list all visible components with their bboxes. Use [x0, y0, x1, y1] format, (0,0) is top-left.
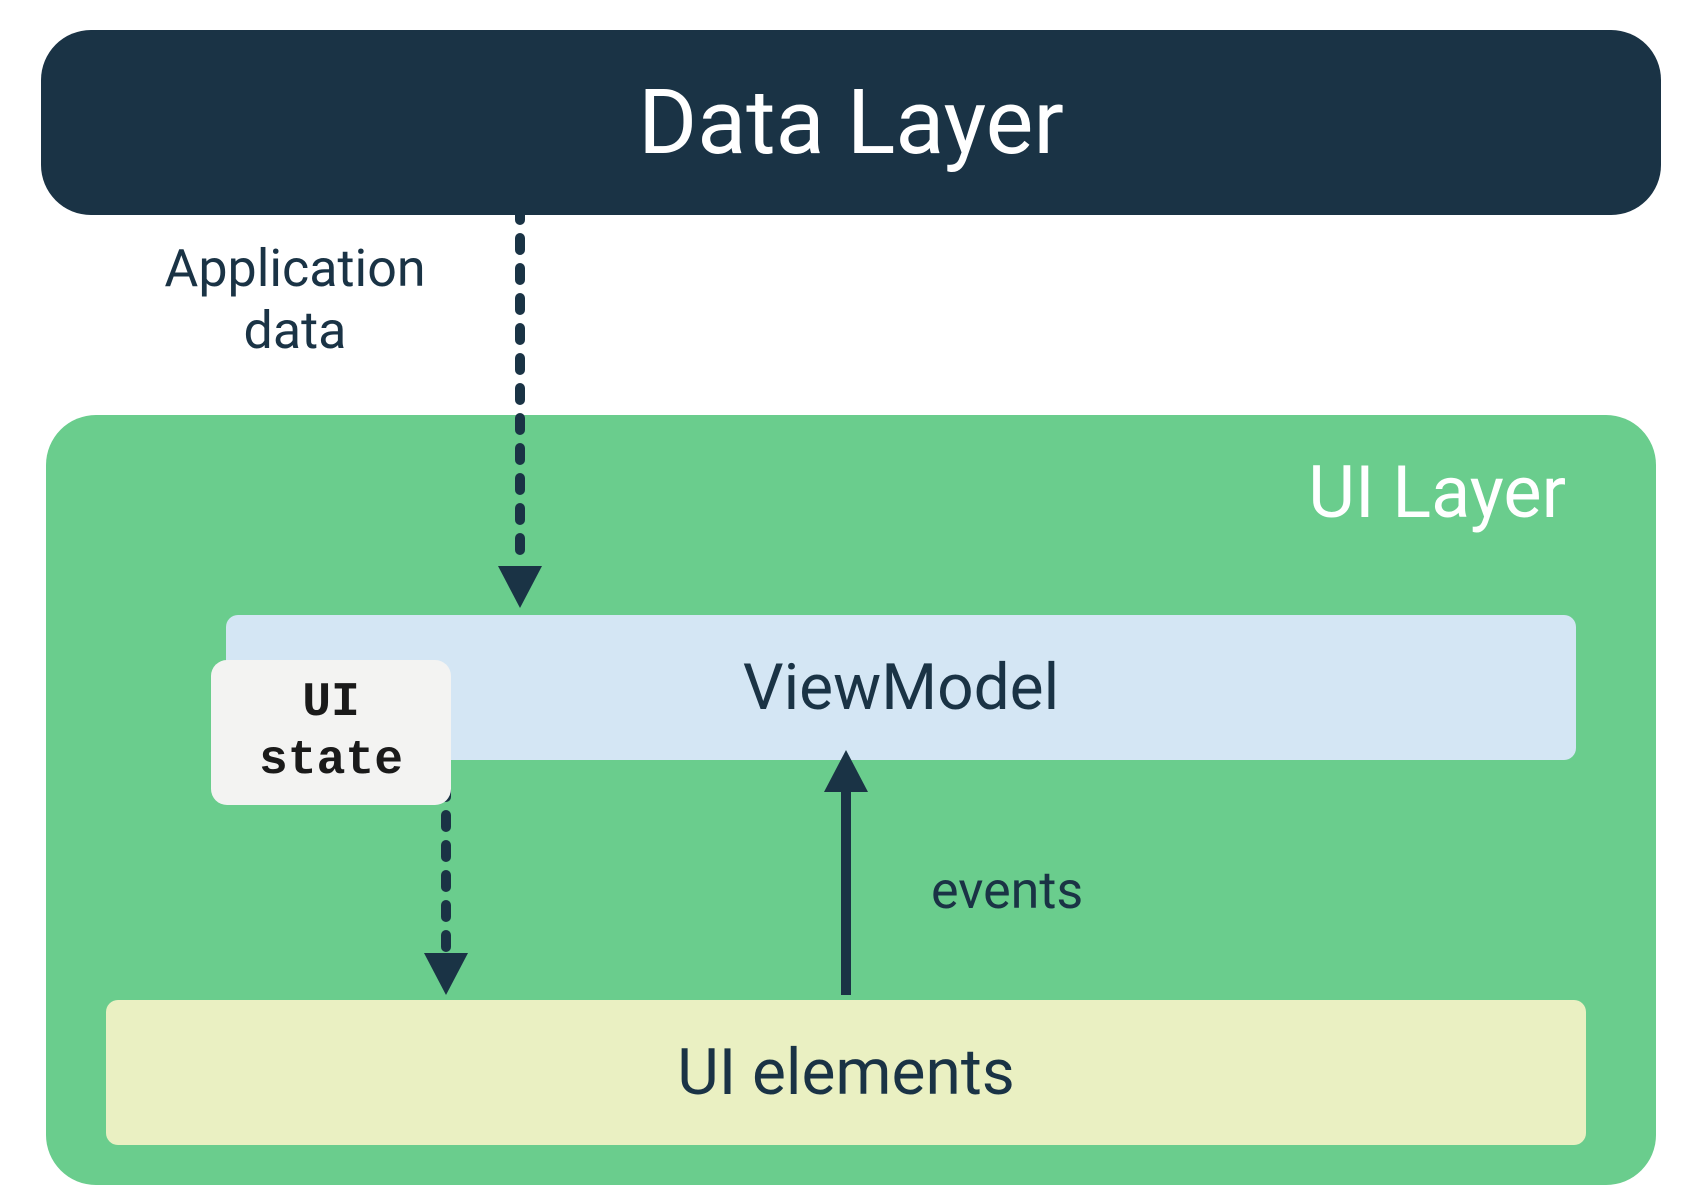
ui-state-label-line1: UI	[302, 676, 360, 730]
application-data-label: Application data	[155, 238, 435, 363]
arrow-viewmodel-to-elements	[416, 785, 476, 995]
ui-elements-label: UI elements	[677, 1035, 1015, 1110]
ui-layer-box: UI Layer ViewModel UI state events UI el…	[46, 415, 1656, 1185]
data-layer-box: Data Layer	[41, 30, 1661, 215]
ui-state-label-line2: state	[259, 734, 403, 788]
ui-state-box: UI state	[211, 660, 451, 805]
ui-elements-box: UI elements	[106, 1000, 1586, 1145]
ui-layer-title: UI Layer	[1308, 450, 1566, 535]
arrow-data-to-viewmodel	[490, 208, 550, 608]
data-layer-title: Data Layer	[638, 70, 1064, 175]
arrow-elements-to-viewmodel	[816, 750, 876, 995]
events-label: events	[931, 860, 1083, 921]
viewmodel-label: ViewModel	[743, 650, 1059, 725]
